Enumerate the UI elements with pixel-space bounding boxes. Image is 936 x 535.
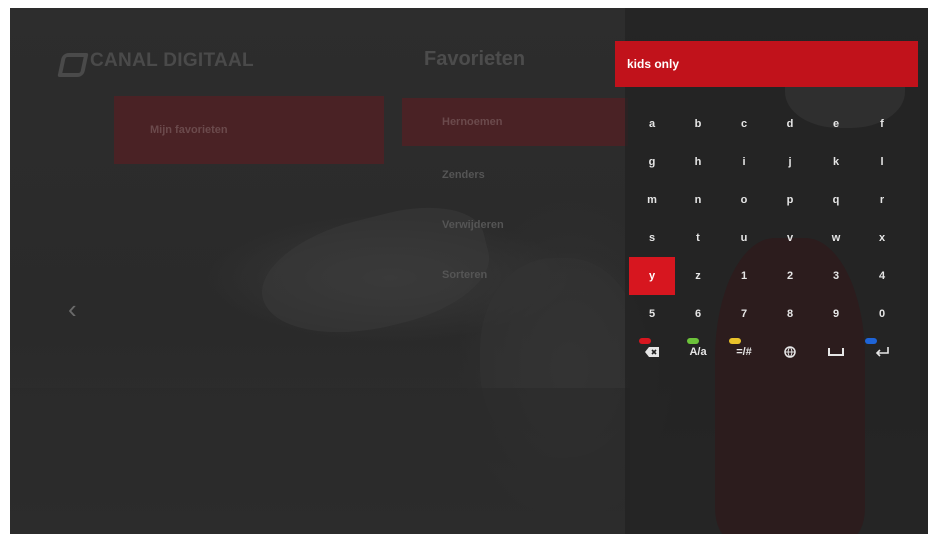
key-c[interactable]: c <box>721 105 767 143</box>
key-k[interactable]: k <box>813 143 859 181</box>
language-key[interactable] <box>767 333 813 371</box>
key-0[interactable]: 0 <box>859 295 905 333</box>
space-key[interactable] <box>813 333 859 371</box>
key-n[interactable]: n <box>675 181 721 219</box>
globe-icon <box>784 346 796 358</box>
key-f[interactable]: f <box>859 105 905 143</box>
symbols-label: =/# <box>736 346 752 358</box>
section-title: Favorieten <box>424 48 526 70</box>
key-9[interactable]: 9 <box>813 295 859 333</box>
green-hint-dot <box>687 338 699 344</box>
key-m[interactable]: m <box>629 181 675 219</box>
menu-item-label: Zenders <box>442 169 485 181</box>
key-z[interactable]: z <box>675 257 721 295</box>
key-3[interactable]: 3 <box>813 257 859 295</box>
back-arrow-icon[interactable]: ‹ <box>68 294 77 325</box>
key-j[interactable]: j <box>767 143 813 181</box>
key-d[interactable]: d <box>767 105 813 143</box>
key-w[interactable]: w <box>813 219 859 257</box>
key-v[interactable]: v <box>767 219 813 257</box>
key-y[interactable]: y <box>629 257 675 295</box>
symbols-key[interactable]: =/# <box>721 333 767 371</box>
case-toggle-key[interactable]: A/a <box>675 333 721 371</box>
menu-item-label: Sorteren <box>442 269 488 281</box>
key-p[interactable]: p <box>767 181 813 219</box>
key-a[interactable]: a <box>629 105 675 143</box>
brand-name: CANAL DIGITAAL <box>90 50 254 71</box>
key-7[interactable]: 7 <box>721 295 767 333</box>
brand-logo: CANAL DIGITAAL <box>60 48 254 74</box>
key-l[interactable]: l <box>859 143 905 181</box>
key-o[interactable]: o <box>721 181 767 219</box>
key-s[interactable]: s <box>629 219 675 257</box>
onscreen-keyboard: a b c d e f g h i j k l m n o p q r s t … <box>629 105 905 371</box>
enter-icon <box>875 347 889 357</box>
key-x[interactable]: x <box>859 219 905 257</box>
key-g[interactable]: g <box>629 143 675 181</box>
sidebar-item-label: Mijn favorieten <box>150 124 228 136</box>
key-u[interactable]: u <box>721 219 767 257</box>
blue-hint-dot <box>865 338 877 344</box>
space-icon <box>828 348 844 356</box>
keyboard-input-field[interactable]: kids only <box>615 41 918 87</box>
red-hint-dot <box>639 338 651 344</box>
menu-item-hernoemen[interactable]: Hernoemen <box>402 98 628 146</box>
favorites-menu: Hernoemen Zenders Verwijderen Sorteren <box>402 98 628 300</box>
menu-item-sorteren[interactable]: Sorteren <box>402 250 628 300</box>
key-e[interactable]: e <box>813 105 859 143</box>
case-toggle-label: A/a <box>689 346 707 358</box>
key-i[interactable]: i <box>721 143 767 181</box>
key-q[interactable]: q <box>813 181 859 219</box>
menu-item-label: Hernoemen <box>442 116 503 128</box>
enter-key[interactable] <box>859 333 905 371</box>
key-2[interactable]: 2 <box>767 257 813 295</box>
key-8[interactable]: 8 <box>767 295 813 333</box>
key-b[interactable]: b <box>675 105 721 143</box>
yellow-hint-dot <box>729 338 741 344</box>
key-5[interactable]: 5 <box>629 295 675 333</box>
key-h[interactable]: h <box>675 143 721 181</box>
sidebar-item-mijn-favorieten[interactable]: Mijn favorieten <box>114 96 384 164</box>
menu-item-zenders[interactable]: Zenders <box>402 150 628 200</box>
key-4[interactable]: 4 <box>859 257 905 295</box>
menu-item-verwijderen[interactable]: Verwijderen <box>402 200 628 250</box>
input-value: kids only <box>627 57 680 71</box>
key-1[interactable]: 1 <box>721 257 767 295</box>
key-6[interactable]: 6 <box>675 295 721 333</box>
menu-item-label: Verwijderen <box>442 219 504 231</box>
key-t[interactable]: t <box>675 219 721 257</box>
key-r[interactable]: r <box>859 181 905 219</box>
backspace-key[interactable] <box>629 333 675 371</box>
backspace-icon <box>645 347 659 357</box>
canal-digitaal-logo-icon <box>60 51 82 71</box>
